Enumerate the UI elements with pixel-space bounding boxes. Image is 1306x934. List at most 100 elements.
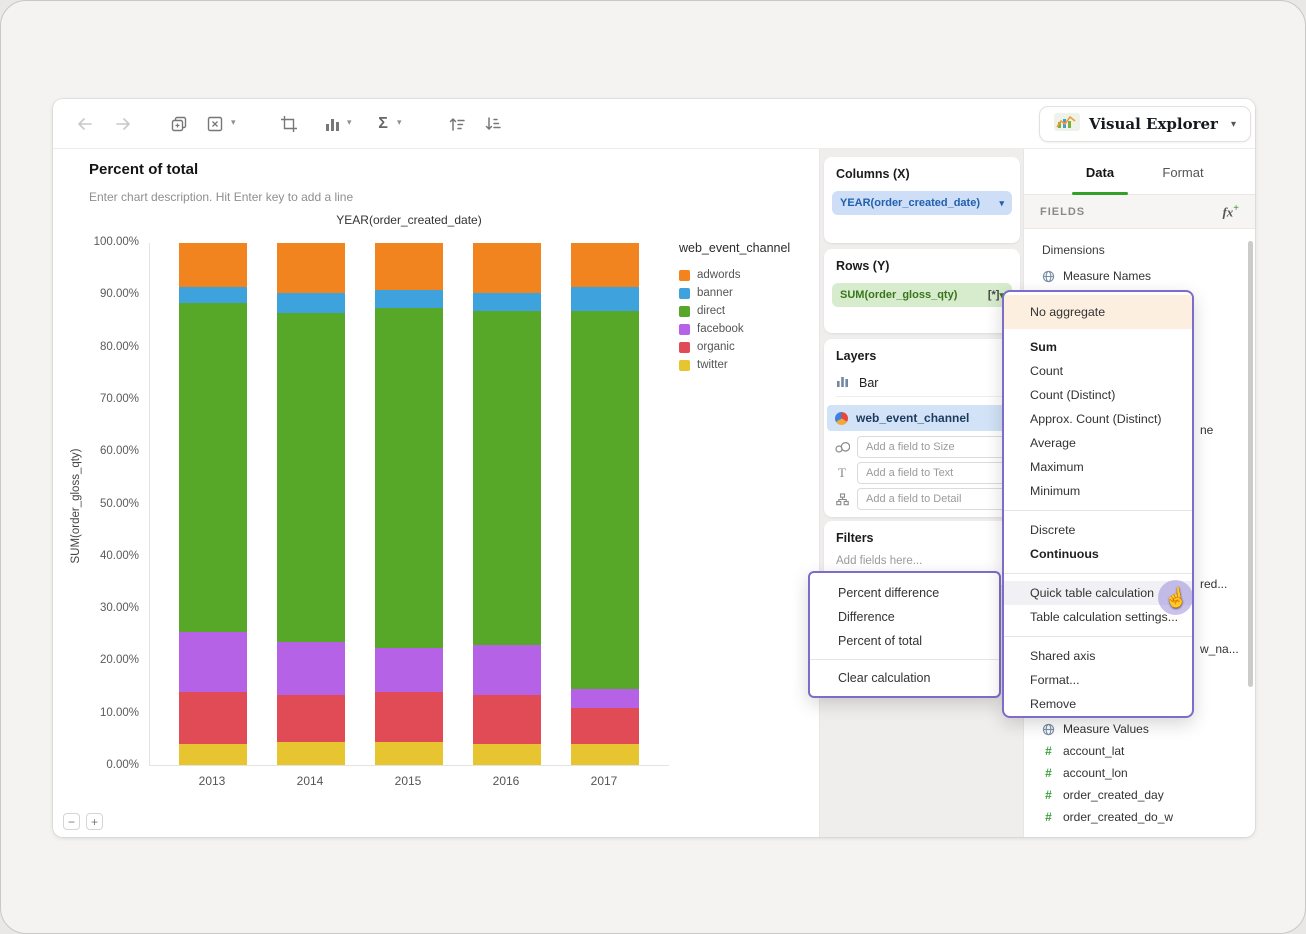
legend-item-banner[interactable]: banner [679,284,817,302]
segment-organic-2014[interactable] [277,694,345,742]
visual-explorer-button[interactable]: Visual Explorer ▾ [1038,106,1251,142]
segment-facebook-2015[interactable] [375,647,443,692]
aggregate-sigma-icon[interactable]: Σ [371,112,395,136]
segment-organic-2016[interactable] [473,694,541,745]
segment-facebook-2016[interactable] [473,644,541,695]
segment-direct-2013[interactable] [179,303,247,632]
segment-twitter-2015[interactable] [375,741,443,765]
menu-item-sum[interactable]: Sum [1004,335,1192,359]
segment-direct-2015[interactable] [375,308,443,648]
menu-item-percent-of-total[interactable]: Percent of total [810,629,999,653]
segment-organic-2017[interactable] [571,707,639,745]
segment-direct-2014[interactable] [277,313,345,643]
size-field-row: Add a field to Size [834,435,1012,459]
legend-item-organic[interactable]: organic [679,338,817,356]
add-calculation-button[interactable]: fx+ [1222,203,1239,220]
segment-facebook-2013[interactable] [179,631,247,692]
app-window: ▾ ▾ Σ ▾ Visual Explorer ▾ Percent of tot… [0,0,1306,934]
segment-banner-2015[interactable] [375,289,443,309]
bar-mark-icon [836,374,850,391]
sort-descending-icon[interactable] [481,112,505,136]
segment-twitter-2014[interactable] [277,741,345,765]
menu-item-clear-calculation[interactable]: Clear calculation [810,666,999,690]
crop-swap-axes-icon[interactable] [277,112,301,136]
segment-twitter-2017[interactable] [571,744,639,765]
segment-adwords-2014[interactable] [277,243,345,293]
segment-adwords-2013[interactable] [179,243,247,288]
menu-item-approx-count-distinct-[interactable]: Approx. Count (Distinct) [1004,407,1192,431]
undo-back-icon[interactable] [73,112,97,136]
remove-chart-icon[interactable] [203,112,227,136]
text-field-input[interactable]: Add a field to Text [857,462,1012,484]
menu-item-difference[interactable]: Difference [810,605,999,629]
segment-twitter-2016[interactable] [473,744,541,765]
menu-item-remove[interactable]: Remove [1004,692,1192,716]
legend-item-adwords[interactable]: adwords [679,266,817,284]
segment-adwords-2017[interactable] [571,243,639,288]
menu-item-maximum[interactable]: Maximum [1004,455,1192,479]
segment-organic-2013[interactable] [179,691,247,745]
legend-item-direct[interactable]: direct [679,302,817,320]
bar-2014[interactable] [277,243,345,765]
zoom-in-button[interactable]: + [86,813,103,830]
menu-item-continuous[interactable]: Continuous [1004,542,1192,566]
zoom-out-button[interactable]: − [63,813,80,830]
field-item-account_lon[interactable]: # account_lon [1042,764,1241,782]
segment-adwords-2016[interactable] [473,243,541,293]
tab-format[interactable]: Format [1153,149,1213,195]
segment-facebook-2017[interactable] [571,689,639,708]
segment-adwords-2015[interactable] [375,243,443,290]
segment-direct-2017[interactable] [571,310,639,690]
segment-organic-2015[interactable] [375,691,443,742]
segment-banner-2013[interactable] [179,287,247,304]
bar-2016[interactable] [473,243,541,765]
bar-2017[interactable] [571,243,639,765]
menu-item-average[interactable]: Average [1004,431,1192,455]
columns-pill[interactable]: YEAR(order_created_date) ▾ [832,191,1012,215]
segment-banner-2017[interactable] [571,287,639,311]
menu-item-format-[interactable]: Format... [1004,668,1192,692]
field-item-account_lat[interactable]: # account_lat [1042,742,1241,760]
color-field-chip[interactable]: web_event_channel [827,405,1017,431]
menu-item-shared-axis[interactable]: Shared axis [1004,644,1192,668]
columns-pill-chevron-icon[interactable]: ▾ [999,198,1004,209]
fields-scrollbar[interactable] [1248,241,1253,687]
menu-item-no-aggregate[interactable]: No aggregate [1004,295,1192,329]
chart-title[interactable]: Percent of total [89,161,198,178]
remove-chart-chevron-icon[interactable]: ▾ [231,117,236,128]
legend-item-twitter[interactable]: twitter [679,356,817,374]
menu-item-minimum[interactable]: Minimum [1004,479,1192,503]
segment-facebook-2014[interactable] [277,642,345,695]
aggregate-chevron-icon[interactable]: ▾ [397,117,402,128]
menu-item-count[interactable]: Count [1004,359,1192,383]
segment-direct-2016[interactable] [473,310,541,645]
x-tick-label: 2013 [198,774,226,788]
detail-field-input[interactable]: Add a field to Detail [857,488,1012,510]
field-item-order_created_day[interactable]: # order_created_day [1042,786,1241,804]
menu-item-discrete[interactable]: Discrete [1004,518,1192,542]
menu-item-percent-difference[interactable]: Percent difference [810,581,999,605]
visual-explorer-chevron-icon[interactable]: ▾ [1231,119,1236,130]
segment-banner-2014[interactable] [277,292,345,314]
bar-2015[interactable] [375,243,443,765]
chart-type-chevron-icon[interactable]: ▾ [347,117,352,128]
tab-data[interactable]: Data [1072,149,1128,195]
segment-twitter-2013[interactable] [179,744,247,765]
sort-ascending-icon[interactable] [445,112,469,136]
legend-item-facebook[interactable]: facebook [679,320,817,338]
filters-drop-target[interactable]: Add fields here... [836,555,922,567]
menu-item-count-distinct-[interactable]: Count (Distinct) [1004,383,1192,407]
field-item-measure-names[interactable]: Measure Names [1042,267,1241,285]
chart-description[interactable]: Enter chart description. Hit Enter key t… [89,190,353,204]
bar-2013[interactable] [179,243,247,765]
mark-type-row[interactable]: Bar [836,369,1008,397]
duplicate-chart-icon[interactable] [167,112,191,136]
field-item-order_created_do_w[interactable]: # order_created_do_w [1042,808,1241,826]
size-field-input[interactable]: Add a field to Size [857,436,1012,458]
field-item-measure-values[interactable]: Measure Values [1042,720,1241,738]
redo-forward-icon[interactable] [111,112,135,136]
chart-type-icon[interactable] [321,112,345,136]
segment-banner-2016[interactable] [473,292,541,311]
fields-header: FIELDS fx+ [1024,195,1255,229]
rows-pill[interactable]: SUM(order_gloss_qty) [*] ▾ [832,283,1012,307]
